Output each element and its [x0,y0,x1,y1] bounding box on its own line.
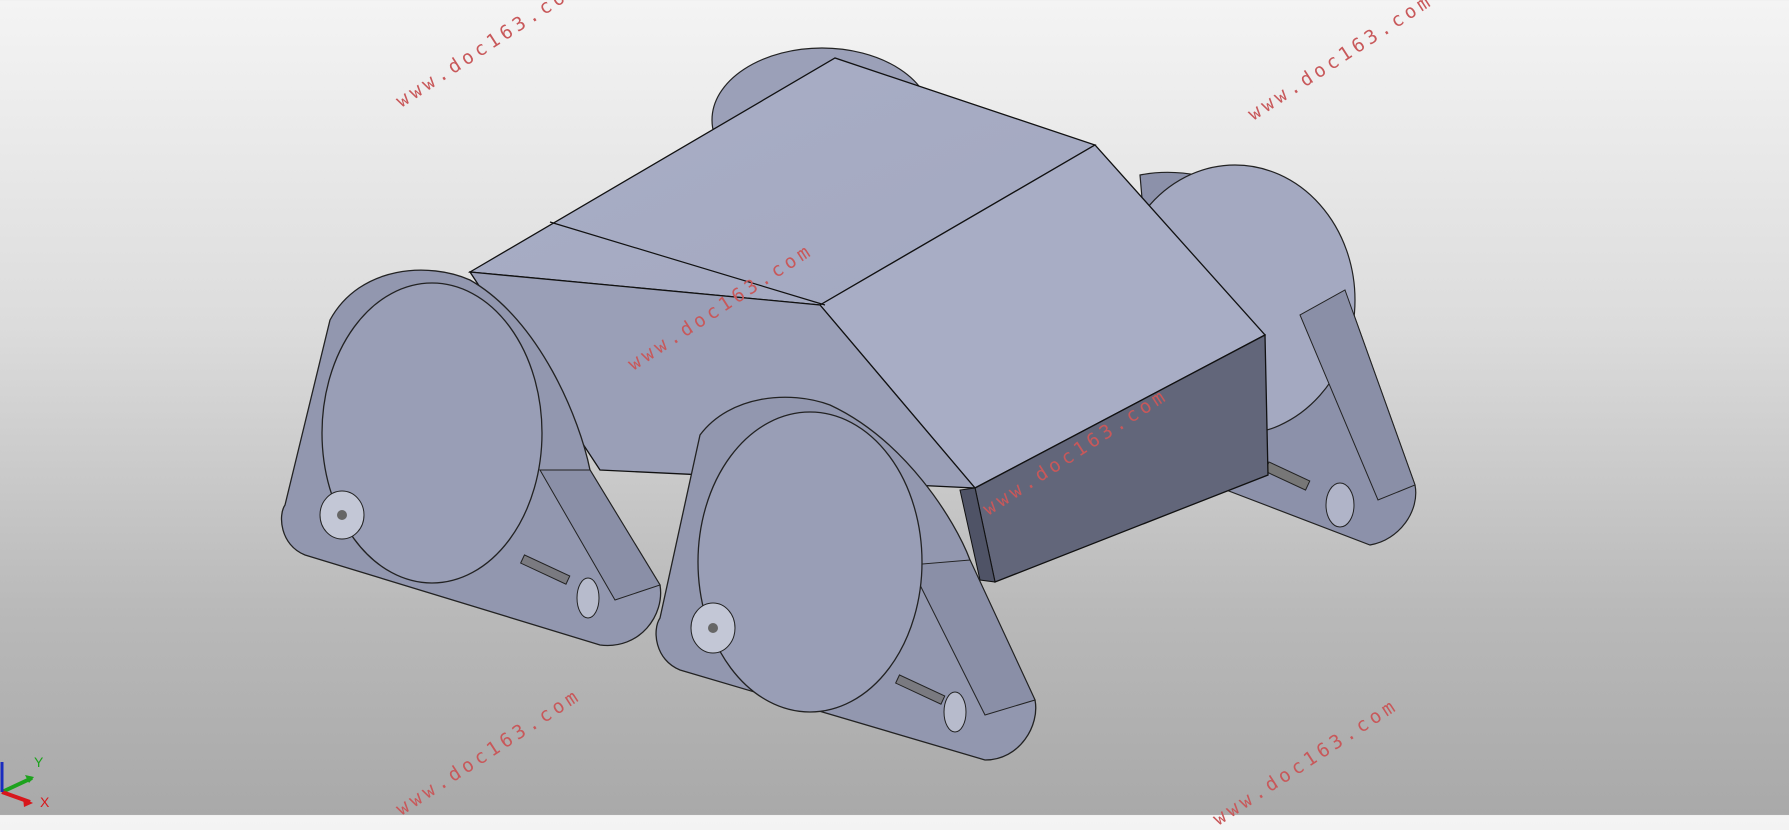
triad-x-label: X [40,794,50,810]
triad-y-label: Y [34,754,44,770]
model-render[interactable] [0,0,1789,815]
3d-viewport[interactable]: www.doc163.com www.doc163.com www.doc163… [0,0,1789,830]
triad-axes-icon [0,762,34,807]
coordinate-triad: Y X [0,752,60,812]
